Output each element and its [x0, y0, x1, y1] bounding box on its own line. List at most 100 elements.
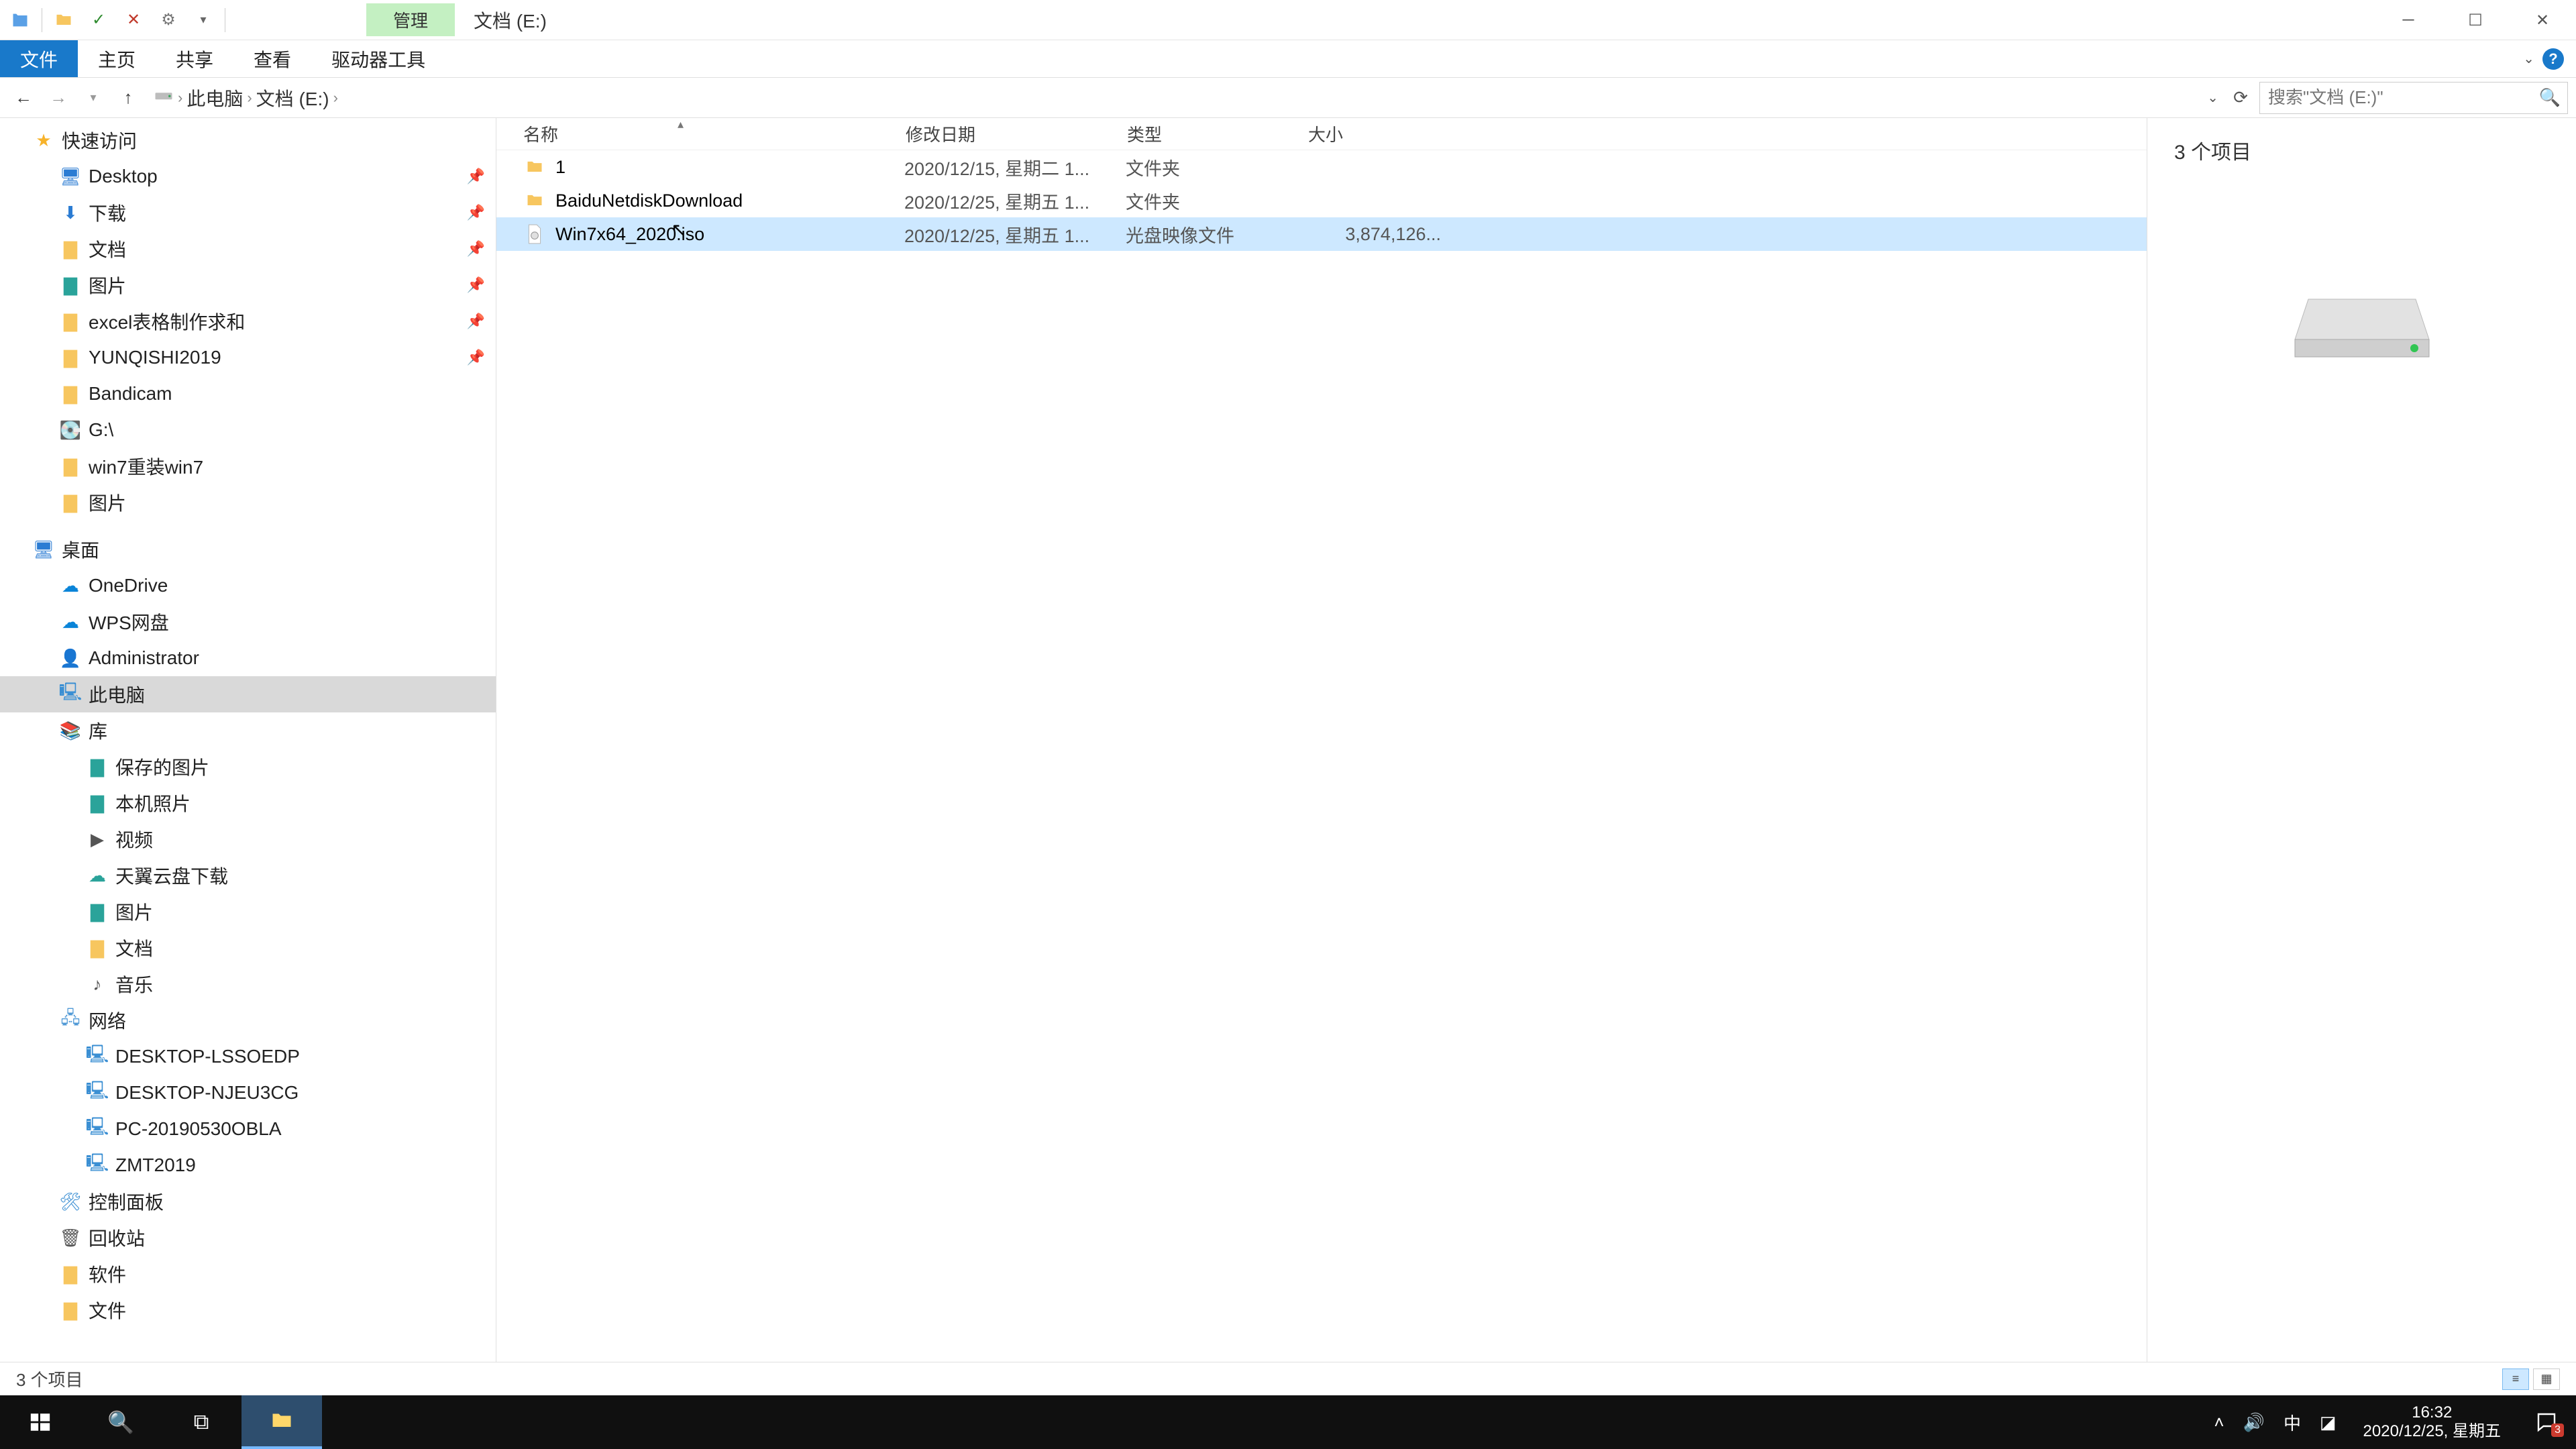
nav-up-button[interactable]: ↑ [113, 83, 144, 113]
breadcrumb-this-pc[interactable]: 此电脑 [186, 85, 243, 111]
chevron-right-icon[interactable]: › [329, 89, 342, 107]
window-title: 文档 (E:) [455, 0, 566, 40]
ribbon-tab-drive-tools[interactable]: 驱动器工具 [311, 40, 445, 77]
start-button[interactable] [0, 1395, 80, 1449]
tree-label: DESKTOP-NJEU3CG [115, 1082, 299, 1104]
qat-dropdown-icon[interactable]: ▾ [190, 7, 217, 34]
gear-icon[interactable]: ⚙ [155, 7, 182, 34]
details-view-button[interactable]: ≡ [2502, 1368, 2529, 1390]
search-icon[interactable]: 🔍 [2539, 87, 2561, 108]
tray-flag-icon[interactable]: ◪ [2320, 1412, 2337, 1433]
notifications-button[interactable]: 3 [2528, 1403, 2565, 1441]
tree-onedrive[interactable]: ☁OneDrive [0, 568, 496, 604]
tree-label: Desktop [89, 166, 158, 187]
folder-icon: ▇ [60, 456, 80, 476]
close-button[interactable]: ✕ [2509, 0, 2576, 40]
nav-back-button[interactable]: ← [8, 83, 39, 113]
tree-excel-req[interactable]: ▇excel表格制作求和📌 [0, 303, 496, 339]
tree-libraries[interactable]: 📚库 [0, 712, 496, 749]
tree-pc2[interactable]: 🖳DESKTOP-NJEU3CG [0, 1075, 496, 1111]
tree-tianyi[interactable]: ☁天翼云盘下载 [0, 857, 496, 894]
tree-quick-access[interactable]: ★ 快速访问 [0, 122, 496, 158]
tree-pc3[interactable]: 🖳PC-20190530OBLA [0, 1111, 496, 1147]
folder-select-icon[interactable] [50, 7, 77, 34]
tray-ime-indicator[interactable]: 中 [2284, 1410, 2301, 1435]
taskbar-explorer-button[interactable] [241, 1395, 322, 1449]
tree-label: DESKTOP-LSSOEDP [115, 1046, 300, 1067]
ribbon-tab-home[interactable]: 主页 [78, 40, 156, 77]
expand-ribbon-icon[interactable]: ⌄ [2523, 50, 2534, 67]
task-view-button[interactable]: ⧉ [161, 1395, 241, 1449]
breadcrumb-dropdown-icon[interactable]: ⌄ [2207, 89, 2218, 106]
tree-this-pc[interactable]: 🖳此电脑 [0, 676, 496, 712]
ribbon-tab-view[interactable]: 查看 [233, 40, 311, 77]
file-row[interactable]: BaiduNetdiskDownload2020/12/25, 星期五 1...… [496, 184, 2147, 217]
refresh-button[interactable]: ⟳ [2226, 83, 2255, 113]
tree-control-panel[interactable]: 🛠控制面板 [0, 1183, 496, 1220]
tree-label: 天翼云盘下载 [115, 862, 228, 889]
chevron-right-icon[interactable]: › [174, 89, 186, 107]
search-box[interactable]: 🔍 [2259, 82, 2568, 114]
tree-network[interactable]: 🖧网络 [0, 1002, 496, 1038]
chevron-right-icon[interactable]: › [243, 89, 256, 107]
tree-bandicam[interactable]: ▇Bandicam [0, 376, 496, 412]
help-icon[interactable]: ? [2542, 48, 2564, 70]
tree-videos[interactable]: ▶视频 [0, 821, 496, 857]
column-size[interactable]: 大小 [1308, 121, 1442, 146]
checkmark-icon[interactable]: ✓ [85, 7, 112, 34]
clear-x-icon[interactable]: ✕ [120, 7, 147, 34]
tree-pictures[interactable]: ▇图片📌 [0, 267, 496, 303]
tree-pictures3[interactable]: ▇图片 [0, 894, 496, 930]
search-input[interactable] [2268, 87, 2559, 108]
tree-wps[interactable]: ☁WPS网盘 [0, 604, 496, 640]
breadcrumb[interactable]: › 此电脑 › 文档 (E:) › ⌄ [148, 82, 2222, 114]
file-row[interactable]: 12020/12/15, 星期二 1...文件夹 [496, 150, 2147, 184]
contextual-tab-label[interactable]: 管理 [366, 3, 455, 36]
file-list[interactable]: 名称▴ 修改日期 类型 大小 12020/12/15, 星期二 1...文件夹B… [496, 118, 2147, 1362]
folder-icon [523, 156, 546, 178]
column-date[interactable]: 修改日期 [906, 121, 1127, 146]
tree-label: 下载 [89, 199, 126, 226]
tray-clock[interactable]: 16:32 2020/12/25, 星期五 [2355, 1403, 2509, 1440]
tree-gdrive[interactable]: 💽G:\ [0, 412, 496, 448]
column-headers[interactable]: 名称▴ 修改日期 类型 大小 [496, 118, 2147, 150]
tree-downloads[interactable]: ⬇下载📌 [0, 195, 496, 231]
tree-label: 网络 [89, 1007, 126, 1034]
tree-yunqishi[interactable]: ▇YUNQISHI2019📌 [0, 339, 496, 376]
file-row[interactable]: Win7x64_2020.iso2020/12/25, 星期五 1...光盘映像… [496, 217, 2147, 251]
ribbon-tab-share[interactable]: 共享 [156, 40, 233, 77]
tree-music[interactable]: ♪音乐 [0, 966, 496, 1002]
tree-saved-pics[interactable]: ▇保存的图片 [0, 749, 496, 785]
tree-win7reinstall[interactable]: ▇win7重装win7 [0, 448, 496, 484]
taskbar-search-button[interactable]: 🔍 [80, 1395, 161, 1449]
tree-pictures2[interactable]: ▇图片 [0, 484, 496, 521]
tree-documents2[interactable]: ▇文档 [0, 930, 496, 966]
tree-admin[interactable]: 👤Administrator [0, 640, 496, 676]
nav-history-dropdown[interactable]: ▾ [78, 83, 109, 113]
column-type[interactable]: 类型 [1127, 121, 1308, 146]
column-name[interactable]: 名称▴ [523, 121, 906, 146]
tree-files[interactable]: ▇文件 [0, 1292, 496, 1328]
tree-camera-roll[interactable]: ▇本机照片 [0, 785, 496, 821]
navigation-tree[interactable]: ★ 快速访问 🖥Desktop📌 ⬇下载📌 ▇文档📌 ▇图片📌 ▇excel表格… [0, 118, 496, 1362]
breadcrumb-drive[interactable]: 文档 (E:) [256, 85, 329, 111]
tray-volume-icon[interactable]: 🔊 [2243, 1412, 2265, 1433]
tray-chevron-up-icon[interactable]: ˄ [2214, 1412, 2224, 1433]
tree-label: ZMT2019 [115, 1155, 196, 1176]
maximize-button[interactable]: ☐ [2442, 0, 2509, 40]
tree-pc4[interactable]: 🖳ZMT2019 [0, 1147, 496, 1183]
tree-documents[interactable]: ▇文档📌 [0, 231, 496, 267]
tree-desktop[interactable]: 🖥Desktop📌 [0, 158, 496, 195]
tree-label: 图片 [89, 489, 126, 516]
nav-forward-button[interactable]: → [43, 83, 74, 113]
tree-software[interactable]: ▇软件 [0, 1256, 496, 1292]
tree-label: 文档 [115, 934, 153, 961]
ribbon-tab-file[interactable]: 文件 [0, 40, 78, 77]
icons-view-button[interactable]: ▦ [2533, 1368, 2560, 1390]
desktop-icon: 🖥 [60, 166, 80, 186]
minimize-button[interactable]: ─ [2375, 0, 2442, 40]
tree-desktop-root[interactable]: 🖥桌面 [0, 531, 496, 568]
pictures-icon: ▇ [87, 757, 107, 777]
tree-recycle-bin[interactable]: 🗑回收站 [0, 1220, 496, 1256]
tree-pc1[interactable]: 🖳DESKTOP-LSSOEDP [0, 1038, 496, 1075]
